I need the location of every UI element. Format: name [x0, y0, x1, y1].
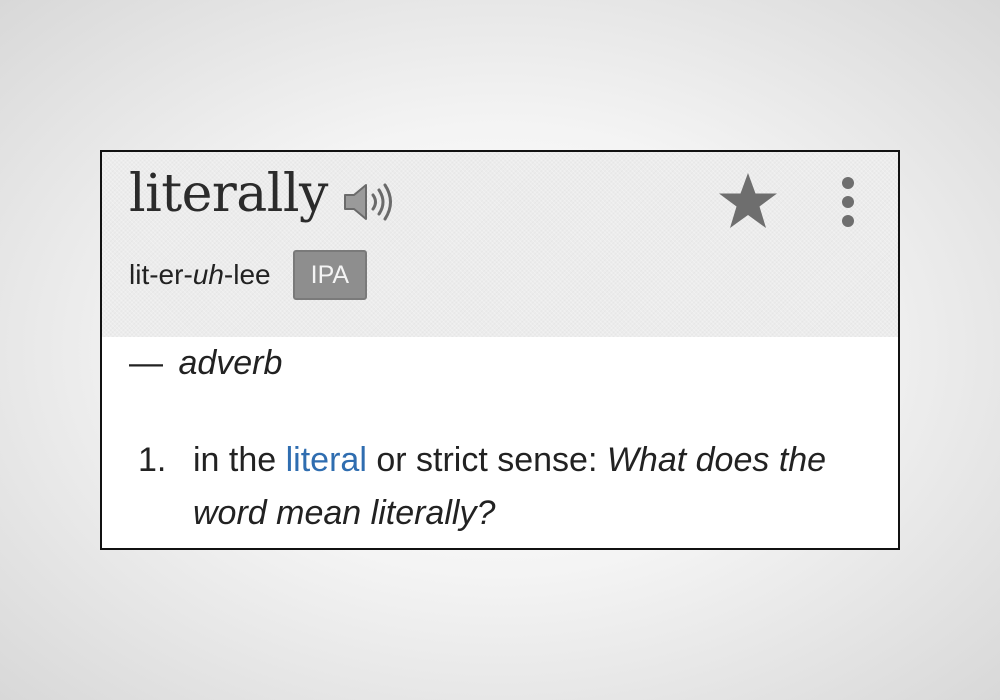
speaker-icon[interactable]	[342, 180, 400, 224]
ipa-button[interactable]: IPA	[292, 250, 368, 300]
pronunciation-row: lit-er-uh-lee IPA	[129, 250, 368, 300]
part-of-speech: — adverb	[129, 344, 283, 382]
headword: literally	[129, 164, 328, 224]
definition-text: in the literal or strict sense: What doe…	[193, 441, 827, 532]
entry-header: literally lit-er-uh-lee IPA	[102, 152, 898, 337]
dictionary-entry-card: literally lit-er-uh-lee IPA — adverb 1. …	[100, 150, 900, 550]
pronunciation: lit-er-uh-lee	[129, 259, 271, 290]
definition-link-literal[interactable]: literal	[286, 441, 367, 479]
definition-item: 1. in the literal or strict sense: What …	[138, 434, 883, 540]
more-vertical-icon[interactable]	[835, 176, 861, 228]
star-icon[interactable]	[716, 170, 780, 234]
definition-number: 1.	[138, 441, 167, 479]
